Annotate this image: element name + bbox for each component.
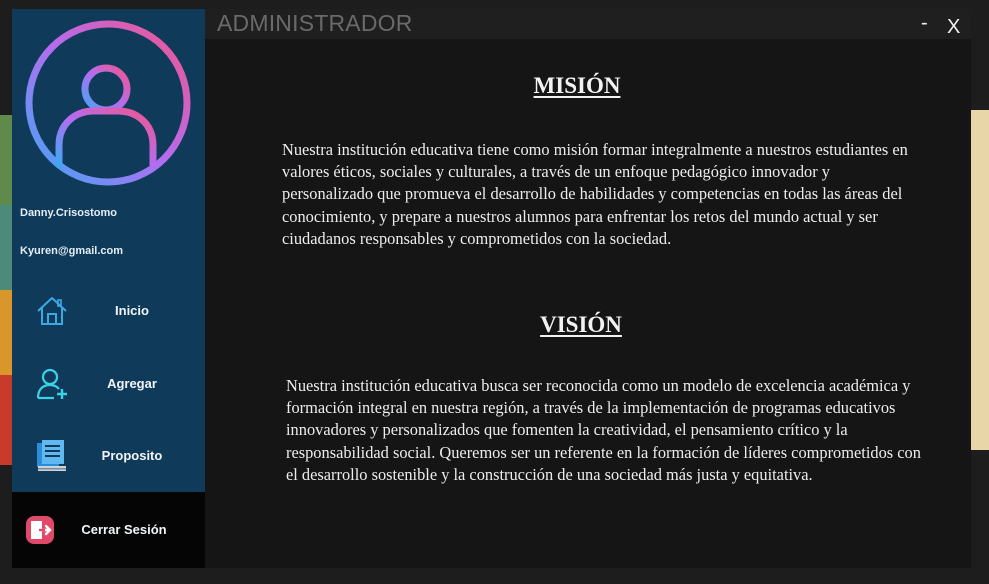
- logout-icon: [26, 516, 54, 544]
- main-content: MISIÓN Nuestra institución educativa tie…: [205, 39, 971, 568]
- desktop-bg-teal: [0, 205, 12, 290]
- user-name: Danny.Crisostomo: [20, 207, 117, 219]
- desktop-bg-right: [971, 110, 989, 450]
- vision-heading: VISIÓN: [540, 312, 622, 337]
- logout-button[interactable]: Cerrar Sesión: [12, 492, 205, 568]
- nav-label-agregar: Agregar: [107, 376, 157, 391]
- title-bar: ADMINISTRADOR - X: [205, 9, 971, 39]
- nav-item-agregar[interactable]: Agregar: [12, 356, 205, 412]
- minimize-button[interactable]: -: [921, 11, 928, 35]
- close-button[interactable]: X: [947, 15, 960, 39]
- desktop-bg-green: [0, 115, 12, 205]
- nav-label-proposito: Proposito: [101, 448, 163, 463]
- document-icon: [37, 440, 66, 471]
- app-window: Danny.Crisostomo Kyuren@gmail.com Inicio…: [12, 9, 971, 568]
- avatar: [25, 20, 191, 186]
- window-title: ADMINISTRADOR: [217, 10, 413, 36]
- mision-heading: MISIÓN: [533, 73, 621, 98]
- user-email: Kyuren@gmail.com: [20, 245, 124, 257]
- add-user-icon: [36, 368, 67, 400]
- desktop-bg-red: [0, 375, 12, 465]
- nav-item-inicio[interactable]: Inicio: [12, 283, 205, 339]
- nav-label-inicio: Inicio: [115, 303, 149, 318]
- home-icon: [37, 297, 67, 325]
- vision-text: Nuestra institución educativa busca ser …: [286, 376, 921, 484]
- desktop-bg-orange: [0, 290, 12, 375]
- nav-item-proposito[interactable]: Proposito: [12, 428, 205, 484]
- mision-text: Nuestra institución educativa tiene como…: [282, 140, 908, 248]
- logout-label: Cerrar Sesión: [81, 522, 167, 537]
- sidebar: Danny.Crisostomo Kyuren@gmail.com Inicio…: [12, 9, 205, 568]
